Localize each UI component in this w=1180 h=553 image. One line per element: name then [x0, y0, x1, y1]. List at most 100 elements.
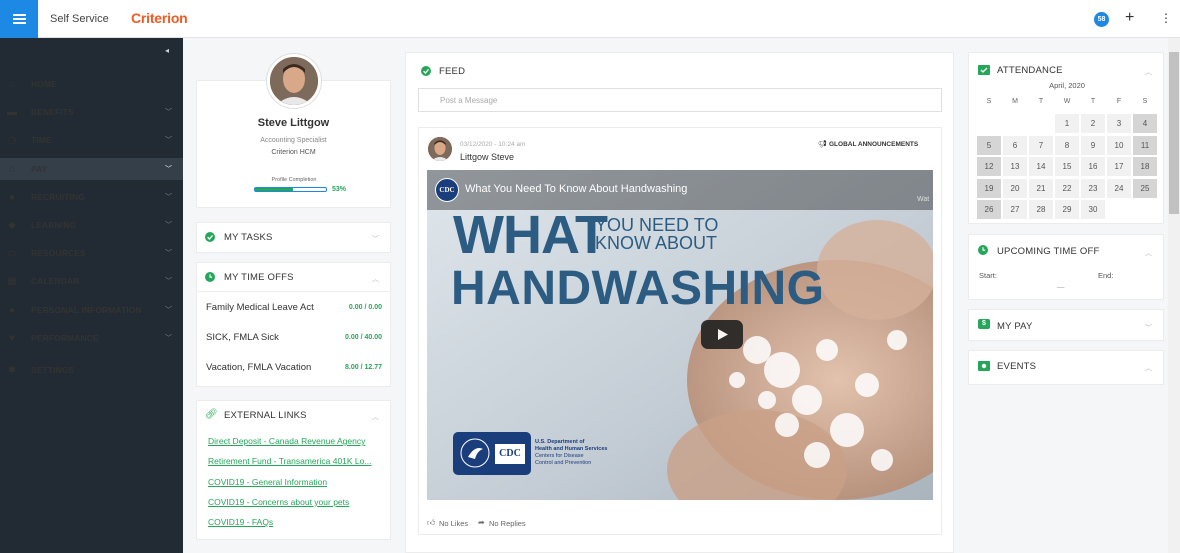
- video-title[interactable]: What You Need To Know About Handwashing: [465, 183, 687, 195]
- calendar-day[interactable]: 27: [1003, 200, 1027, 219]
- video-player[interactable]: CDC What You Need To Know About Handwash…: [427, 170, 933, 500]
- sidebar-item-calendar[interactable]: ▦ CALENDAR ﹀: [0, 270, 183, 292]
- sidebar-item-home[interactable]: ⌂ HOME: [0, 73, 183, 95]
- my-tasks-title: MY TASKS: [224, 232, 273, 243]
- link-icon: 🔗︎: [205, 409, 218, 420]
- external-link[interactable]: COVID19 - Concerns about your pets: [208, 497, 349, 507]
- my-pay-title: MY PAY: [997, 321, 1033, 332]
- calendar-day[interactable]: 29: [1055, 200, 1079, 219]
- more-options-button[interactable]: ⋮: [1160, 11, 1172, 25]
- sidebar-item-label: RECRUITING: [31, 192, 85, 202]
- weekday-header: S: [1142, 98, 1148, 105]
- play-button[interactable]: [701, 320, 743, 349]
- calendar-day[interactable]: 23: [1081, 178, 1105, 198]
- replies-label[interactable]: No Replies: [489, 519, 526, 528]
- weekday-header: T: [1090, 98, 1096, 105]
- calendar-day[interactable]: 20: [1003, 178, 1027, 198]
- notification-badge[interactable]: 58: [1094, 12, 1109, 27]
- calendar-day[interactable]: 10: [1107, 135, 1131, 155]
- upcoming-time-off-title: UPCOMING TIME OFF: [997, 246, 1100, 257]
- post-author-photo: [428, 137, 452, 161]
- hamburger-menu-button[interactable]: [0, 0, 38, 38]
- sidebar-item-personal-information[interactable]: ● PERSONAL INFORMATION ﹀: [0, 299, 183, 321]
- profile-name[interactable]: Steve Littgow: [196, 117, 391, 129]
- sidebar-item-time[interactable]: ◷ TIME ﹀: [0, 129, 183, 151]
- calendar-day[interactable]: 28: [1029, 200, 1053, 219]
- sidebar-item-settings[interactable]: ✱ SETTINGS: [0, 359, 183, 381]
- add-button[interactable]: +: [1125, 9, 1134, 27]
- calendar-day[interactable]: 24: [1107, 178, 1131, 198]
- chevron-up-icon[interactable]: ︿: [1145, 363, 1152, 373]
- chevron-up-icon[interactable]: ︿: [372, 412, 379, 422]
- weekday-header: S: [986, 98, 992, 105]
- calendar-day[interactable]: 25: [1133, 178, 1157, 198]
- headline-know-about: KNOW ABOUT: [595, 233, 718, 253]
- sidebar-item-pay[interactable]: ⌂ PAY ﹀: [0, 158, 183, 180]
- external-link[interactable]: COVID19 - General Information: [208, 477, 327, 487]
- calendar-day[interactable]: 9: [1081, 135, 1105, 155]
- chevron-up-icon[interactable]: ︿: [1145, 248, 1152, 258]
- end-label: End:: [1098, 271, 1114, 280]
- chevron-up-icon[interactable]: ︿: [1145, 67, 1152, 77]
- chevron-up-icon[interactable]: ︿: [372, 274, 379, 284]
- clock-icon: [205, 272, 215, 282]
- calendar-day[interactable]: 17: [1107, 157, 1131, 176]
- external-link[interactable]: COVID19 - FAQs: [208, 517, 273, 527]
- clock-icon: [978, 245, 988, 255]
- folder-icon: ▭: [7, 247, 17, 259]
- calendar-day[interactable]: 22: [1055, 178, 1079, 198]
- calendar-day[interactable]: 30: [1081, 200, 1105, 219]
- calendar-day[interactable]: 6: [1003, 135, 1027, 155]
- sidebar-item-label: RESOURCES: [31, 248, 86, 258]
- cdc-channel-icon[interactable]: CDC: [435, 178, 459, 202]
- calendar-day[interactable]: 5: [977, 135, 1001, 155]
- sidebar-item-benefits[interactable]: ▬ BENEFITS ﹀: [0, 101, 183, 123]
- start-label: Start:: [979, 271, 997, 280]
- calendar-day[interactable]: 4: [1133, 114, 1157, 133]
- hhs-label-line1: U.S. Department of: [535, 439, 585, 445]
- calendar-day[interactable]: 7: [1029, 135, 1053, 155]
- sidebar-item-recruiting[interactable]: ● RECRUITING ﹀: [0, 186, 183, 208]
- date-separator: —: [1057, 282, 1065, 291]
- time-off-row-value: 0.00 / 40.00: [345, 334, 382, 341]
- calendar-day[interactable]: 18: [1133, 157, 1157, 176]
- sidebar-item-performance[interactable]: ♥ PERFORMANCE ﹀: [0, 327, 183, 349]
- check-circle-icon: [205, 232, 215, 242]
- collapse-sidebar-button[interactable]: ◂: [165, 46, 169, 55]
- calendar-day[interactable]: 16: [1081, 157, 1105, 176]
- thumbs-up-icon[interactable]: 👍︎: [427, 518, 435, 528]
- watch-later-label[interactable]: Wat: [917, 196, 929, 203]
- calendar-day[interactable]: 13: [1003, 157, 1027, 176]
- calendar-day[interactable]: 8: [1055, 135, 1079, 155]
- profile-avatar[interactable]: [267, 54, 321, 108]
- calendar-day[interactable]: 12: [977, 157, 1001, 176]
- post-author[interactable]: Littgow Steve: [460, 152, 514, 162]
- chevron-down-icon[interactable]: ﹀: [1145, 323, 1152, 333]
- sidebar-item-label: TIME: [31, 135, 52, 145]
- likes-label[interactable]: No Likes: [439, 519, 468, 528]
- calendar-day[interactable]: 21: [1029, 178, 1053, 198]
- reply-icon[interactable]: ➦: [478, 518, 485, 527]
- calendar-day[interactable]: 15: [1055, 157, 1079, 176]
- sidebar-item-resources[interactable]: ▭ RESOURCES ﹀: [0, 242, 183, 264]
- calendar-day[interactable]: 3: [1107, 114, 1131, 133]
- calendar-day[interactable]: 19: [977, 178, 1001, 198]
- calendar-day[interactable]: 14: [1029, 157, 1053, 176]
- criterion-logo[interactable]: Criterion: [131, 10, 188, 26]
- sidebar-item-learning[interactable]: ◆ LEARNING ﹀: [0, 214, 183, 236]
- calendar-day[interactable]: 26: [977, 200, 1001, 219]
- sidebar-item-label: LEARNING: [31, 220, 77, 230]
- calendar-day[interactable]: 2: [1081, 114, 1105, 133]
- upcoming-time-off-card: [968, 234, 1164, 300]
- time-off-row-value: 0.00 / 0.00: [348, 304, 382, 311]
- chevron-down-icon: ﹀: [165, 335, 172, 342]
- check-circle-icon: [421, 66, 431, 76]
- external-link[interactable]: Retirement Fund - Transamerica 401K Lo..…: [208, 456, 371, 466]
- scrollbar-thumb[interactable]: [1169, 52, 1179, 214]
- external-link[interactable]: Direct Deposit - Canada Revenue Agency: [208, 436, 365, 446]
- post-author-avatar[interactable]: [428, 137, 452, 161]
- chevron-down-icon: ﹀: [165, 194, 172, 201]
- calendar-day[interactable]: 1: [1055, 114, 1079, 133]
- chevron-down-icon[interactable]: ﹀: [372, 234, 379, 244]
- calendar-day[interactable]: 11: [1133, 135, 1157, 155]
